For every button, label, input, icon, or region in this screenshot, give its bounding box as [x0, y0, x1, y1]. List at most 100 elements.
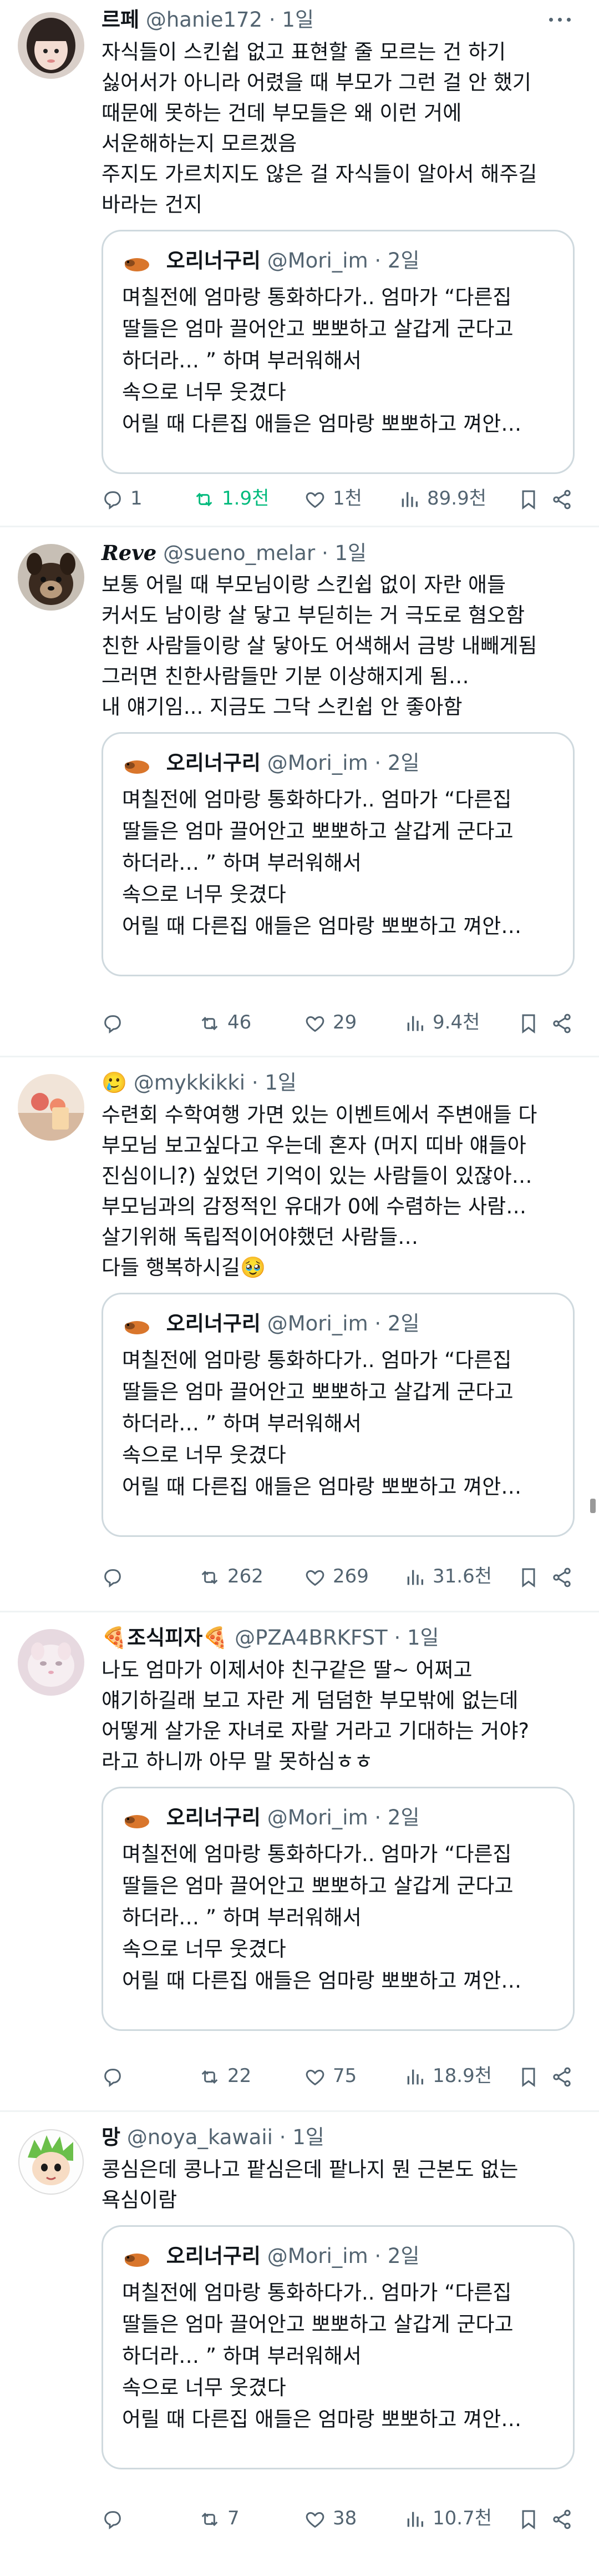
bookmark-button[interactable]: [517, 1560, 546, 1593]
reply-icon: [104, 2068, 121, 2087]
avatar[interactable]: [18, 1074, 84, 1141]
author-handle[interactable]: @noya_kawaii: [127, 2125, 273, 2149]
share-button[interactable]: [551, 2059, 580, 2093]
reply-button[interactable]: [101, 1560, 130, 1593]
quoted-time: 2일: [387, 249, 420, 273]
post-header: 🍕조식피자🍕 @PZA4BRKFST · 1일: [101, 1624, 575, 1652]
quoted-avatar: [122, 2242, 152, 2272]
like-button[interactable]: 29: [304, 1006, 357, 1039]
separator-dot: ·: [321, 541, 328, 565]
quoted-post[interactable]: 오리너구리 @Mori_im · 2일 며칠전에 엄마랑 통화하다가.. 엄마가…: [101, 732, 575, 976]
separator-dot: ·: [374, 1312, 382, 1335]
separator-dot: ·: [374, 249, 382, 273]
avatar[interactable]: [18, 2129, 84, 2195]
share-button[interactable]: [551, 2502, 580, 2535]
avatar[interactable]: [18, 544, 84, 611]
post-time[interactable]: 1일: [292, 2125, 324, 2149]
views-button[interactable]: 89.9천: [398, 482, 486, 515]
author-name[interactable]: Reve: [101, 541, 156, 565]
reply-button[interactable]: 1: [101, 482, 143, 515]
share-button[interactable]: [551, 1006, 580, 1039]
share-icon: [553, 2067, 571, 2086]
repost-button[interactable]: 1.9천: [193, 482, 269, 515]
author-name[interactable]: 망: [101, 2125, 120, 2149]
quoted-author-handle: @Mori_im: [267, 1312, 368, 1335]
quoted-text: 며칠전에 엄마랑 통화하다가.. 엄마가 “다른집 딸들은 엄마 끌어안고 뽀뽀…: [122, 285, 522, 436]
more-options-icon[interactable]: [546, 6, 575, 34]
repost-count: 46: [227, 1011, 252, 1034]
quoted-post[interactable]: 오리너구리 @Mori_im · 2일 며칠전에 엄마랑 통화하다가.. 엄마가…: [101, 1787, 575, 2031]
post-time[interactable]: 1일: [282, 8, 314, 32]
analytics-icon: [407, 2512, 423, 2527]
separator-dot: ·: [394, 1626, 401, 1650]
views-button[interactable]: 10.7천: [404, 2502, 492, 2535]
bookmark-button[interactable]: [517, 2502, 546, 2535]
repost-button[interactable]: 22: [199, 2059, 251, 2093]
view-count: 89.9천: [427, 487, 486, 510]
scrollbar-thumb[interactable]: [590, 1499, 596, 1513]
post[interactable]: 르페 @hanie172 · 1일 자식들이 스킨쉽 없고 표현할 줄 모르는 …: [0, 0, 599, 527]
author-handle[interactable]: @sueno_melar: [163, 541, 315, 565]
reply-button[interactable]: [101, 1006, 130, 1039]
author-name[interactable]: 르페: [101, 8, 139, 32]
quoted-author-name: 오리너구리: [166, 1312, 261, 1335]
post[interactable]: 망 @noya_kawaii · 1일 콩심은데 콩나고 팥심은데 팥나지 뭔 …: [0, 2112, 599, 2576]
heart-icon: [306, 492, 324, 508]
separator-dot: ·: [374, 751, 382, 775]
views-button[interactable]: 9.4천: [404, 1006, 480, 1039]
like-button[interactable]: 75: [304, 2059, 357, 2093]
repost-button[interactable]: 7: [199, 2502, 240, 2535]
analytics-icon: [407, 1570, 423, 1585]
post-time[interactable]: 1일: [334, 541, 367, 565]
views-button[interactable]: 31.6천: [404, 1560, 492, 1593]
repost-button[interactable]: 262: [199, 1560, 263, 1593]
author-name[interactable]: 🍕조식피자🍕: [101, 1626, 228, 1650]
quoted-post[interactable]: 오리너구리 @Mori_im · 2일 며칠전에 엄마랑 통화하다가.. 엄마가…: [101, 2225, 575, 2469]
analytics-icon: [402, 492, 418, 507]
post-header: Reve @sueno_melar · 1일: [101, 538, 575, 567]
like-count: 38: [333, 2507, 357, 2529]
author-handle[interactable]: @mykkikki: [134, 1071, 245, 1095]
quoted-author-name: 오리너구리: [166, 1806, 261, 1829]
post-time[interactable]: 1일: [407, 1626, 439, 1650]
share-button[interactable]: [551, 1560, 580, 1593]
avatar[interactable]: [18, 1629, 84, 1696]
heart-icon: [306, 2069, 324, 2085]
bookmark-icon: [522, 2510, 535, 2529]
avatar[interactable]: [18, 12, 84, 79]
separator-dot: ·: [374, 2244, 382, 2268]
quoted-author-handle: @Mori_im: [267, 751, 368, 775]
bookmark-button[interactable]: [517, 1006, 546, 1039]
quoted-post[interactable]: 오리너구리 @Mori_im · 2일 며칠전에 엄마랑 통화하다가.. 엄마가…: [101, 1293, 575, 1537]
post[interactable]: 🍕조식피자🍕 @PZA4BRKFST · 1일 나도 엄마가 이제서야 친구같은…: [0, 1612, 599, 2112]
view-count: 31.6천: [433, 1565, 492, 1587]
view-count: 18.9천: [433, 2065, 492, 2087]
post-time[interactable]: 1일: [265, 1071, 297, 1095]
separator-dot: ·: [268, 8, 276, 32]
post[interactable]: 🥲 @mykkikki · 1일 수련회 수학여행 가면 있는 이벤트에서 주변…: [0, 1057, 599, 1612]
author-name[interactable]: 🥲: [101, 1071, 127, 1095]
like-button[interactable]: 1천: [304, 482, 362, 515]
repost-icon: [201, 2070, 218, 2084]
like-button[interactable]: 38: [304, 2502, 357, 2535]
bookmark-button[interactable]: [517, 2059, 546, 2093]
reply-button[interactable]: [101, 2502, 130, 2535]
separator-dot: ·: [251, 1071, 258, 1095]
quoted-post[interactable]: 오리너구리 @Mori_im · 2일 며칠전에 엄마랑 통화하다가.. 엄마가…: [101, 230, 575, 474]
like-button[interactable]: 269: [304, 1560, 369, 1593]
author-handle[interactable]: @PZA4BRKFST: [235, 1626, 388, 1650]
post-text: 수련회 수학여행 가면 있는 이벤트에서 주변애들 다 부모님 보고싶다고 우는…: [101, 1103, 537, 1279]
reply-button[interactable]: [101, 2059, 130, 2093]
bookmark-button[interactable]: [517, 482, 546, 515]
author-handle[interactable]: @hanie172: [146, 8, 262, 32]
quoted-header: 오리너구리 @Mori_im · 2일: [122, 1801, 554, 1835]
views-button[interactable]: 18.9천: [404, 2059, 492, 2093]
repost-button[interactable]: 46: [199, 1006, 251, 1039]
post-text: 자식들이 스킨쉽 없고 표현할 줄 모르는 건 하기 싫어서가 아니라 어렸을 …: [101, 40, 537, 216]
bookmark-icon: [522, 1014, 535, 1034]
post[interactable]: Reve @sueno_melar · 1일 보통 어릴 때 부모님이랑 스킨쉽…: [0, 527, 599, 1057]
post-actions: 46 29 9.4천: [101, 1006, 575, 1039]
share-button[interactable]: [551, 482, 580, 515]
like-count: 29: [333, 1011, 357, 1034]
post-text: 콩심은데 콩나고 팥심은데 팥나지 뭔 근본도 없는 욕심이람: [101, 2157, 519, 2212]
